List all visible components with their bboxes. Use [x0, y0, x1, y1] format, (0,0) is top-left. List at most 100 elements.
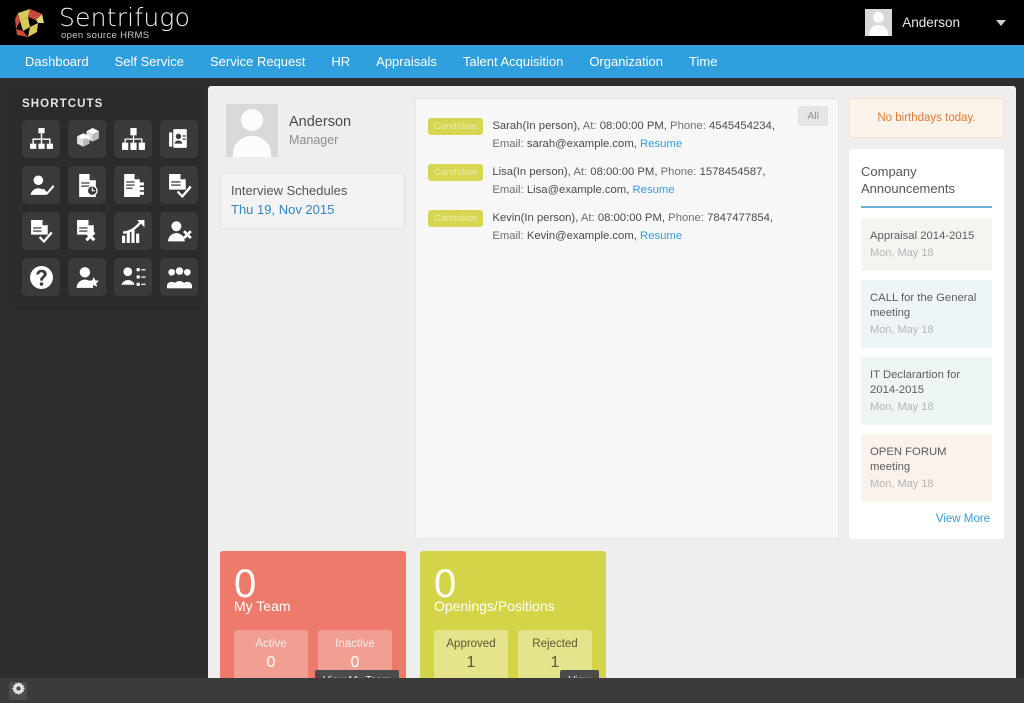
nav-item-dashboard[interactable]: Dashboard [12, 45, 102, 78]
announcement-date: Mon, May 18 [870, 247, 934, 259]
dashboard-content: Anderson Manager Interview Schedules Thu… [208, 86, 1016, 695]
my-team-label: My Team [234, 598, 291, 614]
announcement-title: CALL for the General meeting [870, 292, 977, 319]
server-rack-icon [121, 127, 146, 152]
openings-approved[interactable]: Approved 1 [434, 630, 508, 681]
candidate-details: Sarah(In person), At: 08:00:00 PM, Phone… [492, 117, 775, 153]
interview-schedules-date[interactable]: Thu 19, Nov 2015 [231, 202, 394, 217]
brand-logo[interactable]: Sentrifugo open source HRMS [14, 5, 190, 41]
candidate-resume-link[interactable]: Resume [640, 138, 682, 150]
user-name-label: Anderson [902, 15, 960, 30]
announcement-item[interactable]: IT Declarartion for 2014-2015 Mon, May 1… [861, 357, 992, 425]
candidate-phone-label: Phone: [670, 120, 706, 132]
announcement-item[interactable]: OPEN FORUM meeting Mon, May 18 [861, 434, 992, 502]
shortcuts-grid [22, 120, 198, 296]
user-menu[interactable]: Anderson [865, 9, 1006, 36]
openings-approved-value: 1 [466, 654, 476, 671]
candidate-details: Kevin(In person), At: 08:00:00 PM, Phone… [492, 209, 773, 245]
candidate-at-label: At: [573, 166, 588, 178]
shortcuts-panel: SHORTCUTS [8, 86, 203, 311]
shortcut-document-approve[interactable] [22, 212, 60, 250]
candidate-name: Sarah(In person), [492, 120, 581, 132]
shortcut-document-check[interactable] [160, 166, 198, 204]
candidate-details: Lisa(In person), At: 08:00:00 PM, Phone:… [492, 163, 765, 199]
shortcut-document-settings[interactable] [114, 166, 152, 204]
document-reject-icon [75, 219, 100, 244]
interview-schedules-card[interactable]: Interview Schedules Thu 19, Nov 2015 [220, 173, 405, 229]
shortcut-user-remove[interactable] [160, 212, 198, 250]
shortcut-user-checklist[interactable] [114, 258, 152, 296]
document-approve-icon [29, 219, 54, 244]
candidate-name: Lisa(In person), [492, 166, 571, 178]
nav-item-self-service[interactable]: Self Service [102, 45, 197, 78]
user-avatar-icon [226, 104, 278, 157]
page-body: SHORTCUTS Anderson Manager Interview Sch… [0, 78, 1024, 703]
candidate-phone-label: Phone: [668, 212, 704, 224]
announcement-date: Mon, May 18 [870, 401, 934, 413]
shortcut-user-star[interactable] [68, 258, 106, 296]
main-navigation: Dashboard Self Service Service Request H… [0, 45, 1024, 78]
all-button[interactable]: All [798, 106, 828, 126]
gear-icon [11, 681, 25, 700]
candidate-row: Candidate Kevin(In person), At: 08:00:00… [428, 209, 826, 245]
shortcut-assets[interactable] [68, 120, 106, 158]
announcement-date: Mon, May 18 [870, 478, 934, 490]
user-remove-icon [167, 219, 192, 244]
announcements-title: Company Announcements [861, 164, 955, 196]
candidate-time: 08:00:00 PM, [599, 120, 667, 132]
candidate-phone-label: Phone: [660, 166, 697, 178]
tile-openings[interactable]: 0 Openings/Positions Approved 1 Rejected… [420, 551, 606, 695]
shortcuts-title: SHORTCUTS [22, 98, 104, 110]
candidate-resume-link[interactable]: Resume [633, 184, 675, 196]
my-team-inactive-label: Inactive [335, 638, 375, 650]
nav-item-service-request[interactable]: Service Request [197, 45, 318, 78]
candidate-tag: Candidate [428, 164, 484, 181]
view-more-link[interactable]: View More [861, 511, 992, 529]
candidate-row: Candidate Lisa(In person), At: 08:00:00 … [428, 163, 826, 199]
nav-item-hr[interactable]: HR [318, 45, 363, 78]
tile-my-team[interactable]: 0 My Team Active 0 Inactive 0 View My Te… [220, 551, 406, 695]
shortcut-help[interactable] [22, 258, 60, 296]
user-checklist-icon [121, 265, 146, 290]
birthday-notice: No birthdays today. [849, 98, 1004, 138]
candidate-tag: Candidate [428, 210, 484, 227]
help-question-icon [29, 265, 54, 290]
nav-item-appraisals[interactable]: Appraisals [363, 45, 450, 78]
shortcut-org-chart[interactable] [22, 120, 60, 158]
candidate-email-label: Email: [492, 230, 524, 242]
candidate-phone: 1578454587, [699, 166, 766, 178]
announcement-title: OPEN FORUM meeting [870, 446, 947, 473]
nav-item-talent-acquisition[interactable]: Talent Acquisition [450, 45, 576, 78]
candidate-email: sarah@example.com, [526, 138, 637, 150]
document-check-icon [167, 173, 192, 198]
right-column: No birthdays today. Company Announcement… [849, 98, 1004, 539]
profile-column: Anderson Manager Interview Schedules Thu… [220, 98, 405, 539]
openings-rejected-label: Rejected [532, 638, 578, 650]
candidate-email-label: Email: [492, 184, 524, 196]
shortcut-growth-chart[interactable] [114, 212, 152, 250]
settings-button[interactable] [9, 681, 27, 700]
candidates-card: All Candidate Sarah(In person), At: 08:0… [415, 98, 839, 539]
announcement-item[interactable]: Appraisal 2014-2015 Mon, May 18 [861, 218, 992, 271]
nav-item-organization[interactable]: Organization [576, 45, 676, 78]
openings-approved-label: Approved [446, 638, 496, 650]
my-team-active[interactable]: Active 0 [234, 630, 308, 681]
candidate-resume-link[interactable]: Resume [640, 230, 682, 242]
chevron-down-icon[interactable] [996, 19, 1006, 26]
group-people-icon [166, 265, 192, 290]
profile-name: Anderson [289, 114, 352, 130]
shortcut-user-approved[interactable] [22, 166, 60, 204]
shortcut-group-people[interactable] [160, 258, 198, 296]
shortcut-server-rack[interactable] [114, 120, 152, 158]
shortcut-document-reject[interactable] [68, 212, 106, 250]
shortcut-employee-document[interactable] [160, 120, 198, 158]
announcement-item[interactable]: CALL for the General meeting Mon, May 18 [861, 280, 992, 348]
announcement-title: IT Declarartion for 2014-2015 [870, 369, 961, 396]
assets-boxes-icon [75, 127, 100, 152]
shortcut-document-clock[interactable] [68, 166, 106, 204]
candidate-at-label: At: [582, 120, 597, 132]
candidate-phone: 7847477854, [707, 212, 774, 224]
profile-card: Anderson Manager [220, 98, 405, 169]
candidate-time: 08:00:00 PM, [590, 166, 658, 178]
nav-item-time[interactable]: Time [676, 45, 730, 78]
